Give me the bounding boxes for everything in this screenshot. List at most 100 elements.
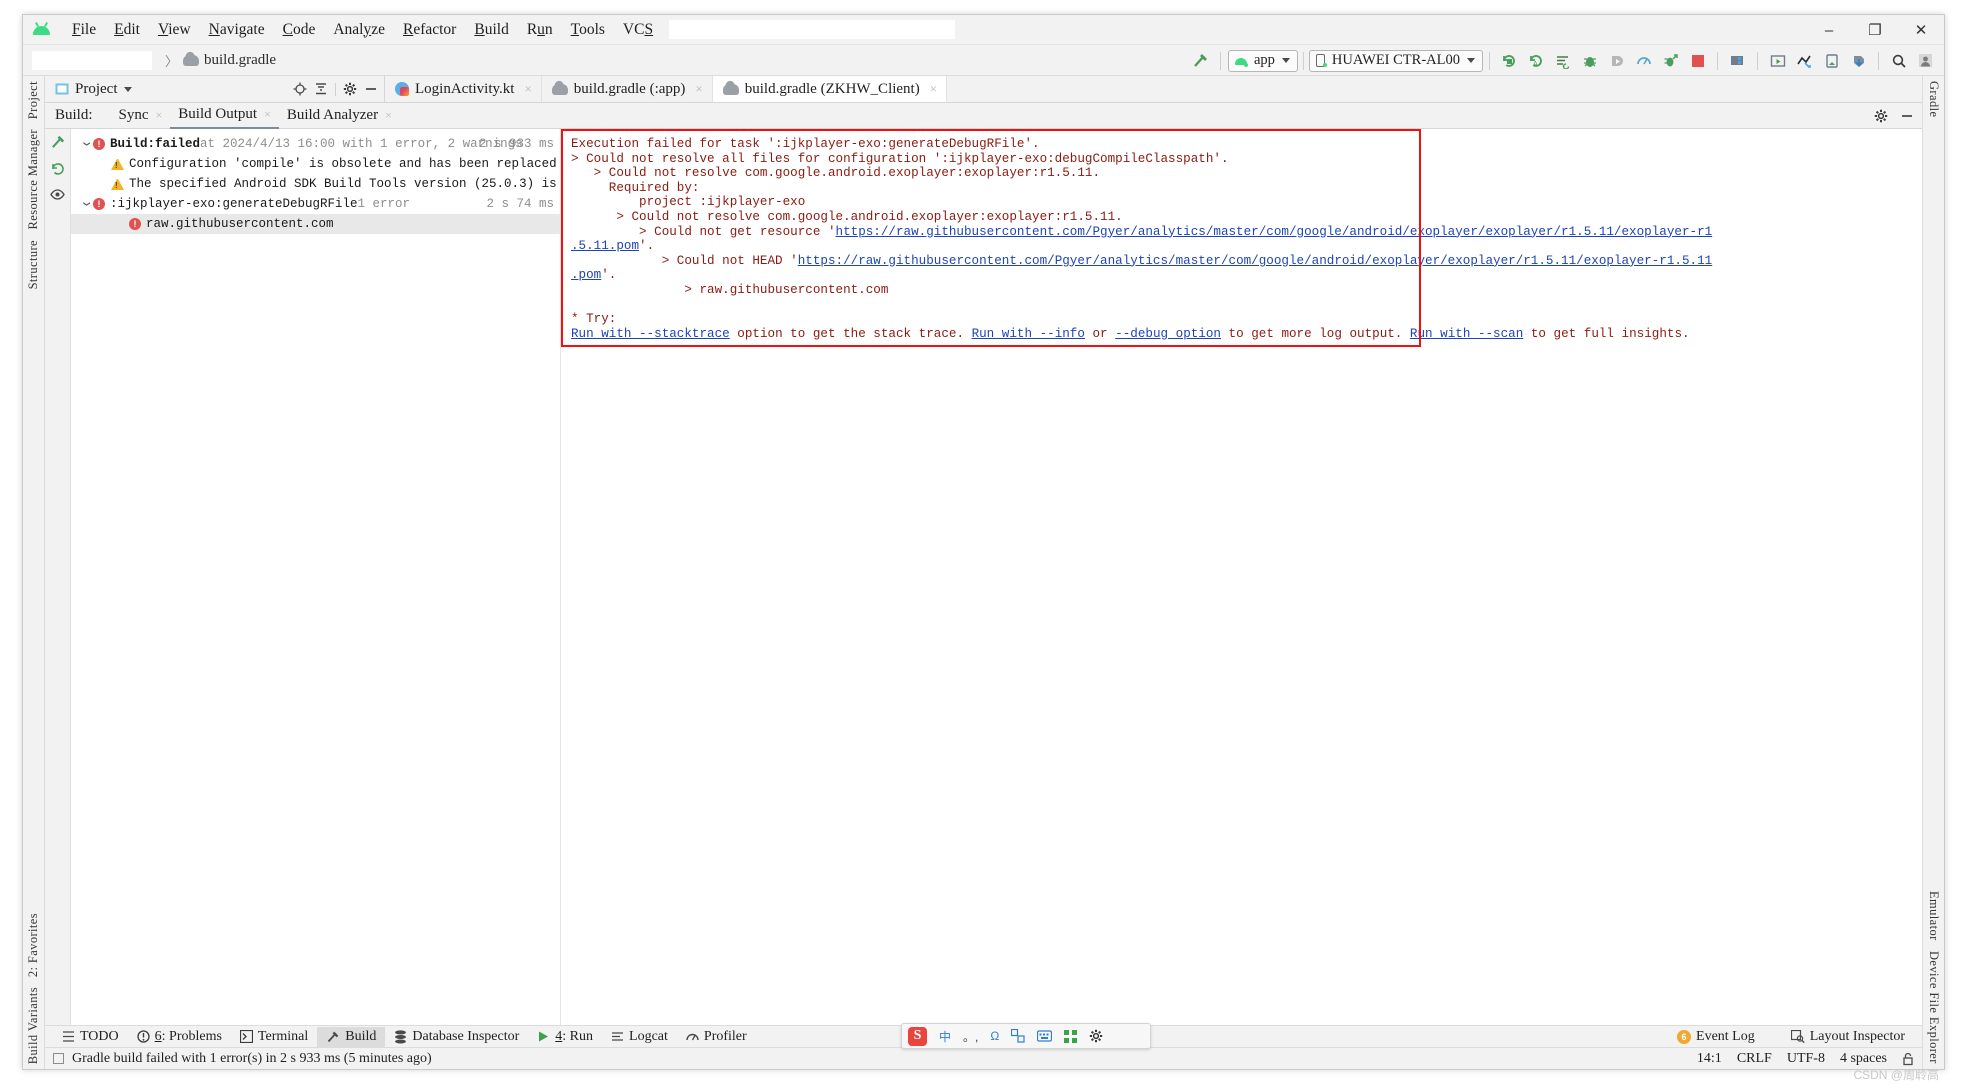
close-icon[interactable]: ×	[524, 81, 531, 97]
close-icon[interactable]: ×	[156, 108, 163, 123]
build-output-tree[interactable]: ❯! Build: failed at 2024/4/13 16:00 with …	[71, 129, 561, 1025]
hide-icon[interactable]	[364, 82, 378, 96]
search-everywhere-icon[interactable]	[1886, 48, 1911, 73]
console-link[interactable]: .5.11.pom	[571, 239, 639, 253]
tool-window-button-profiler[interactable]: Profiler	[677, 1027, 756, 1047]
rail-item-build-variants[interactable]: Build Variants	[26, 982, 41, 1069]
minimize-button[interactable]: –	[1806, 15, 1852, 45]
stop-icon[interactable]	[1685, 48, 1710, 73]
device-file-explorer-icon[interactable]	[1819, 48, 1844, 73]
account-icon[interactable]	[1913, 48, 1938, 73]
build-hammer-icon[interactable]	[1188, 48, 1213, 73]
menu-item-code[interactable]: Code	[274, 19, 325, 41]
line-separator[interactable]: CRLF	[1737, 1051, 1772, 1067]
close-button[interactable]: ✕	[1898, 15, 1944, 45]
project-panel-header[interactable]: Project	[45, 76, 385, 102]
run-configuration-selector[interactable]: app	[1227, 49, 1298, 72]
console-link[interactable]: https://raw.githubusercontent.com/Pgyer/…	[836, 225, 1713, 239]
console-link[interactable]: .pom	[571, 268, 601, 282]
build-console[interactable]: Execution failed for task ':ijkplayer-ex…	[561, 129, 1922, 1025]
chevron-down-icon[interactable]: ❯	[81, 197, 91, 211]
rail-item-resource-manager[interactable]: Resource Manager	[26, 124, 41, 234]
file-encoding[interactable]: UTF-8	[1787, 1051, 1825, 1067]
console-link[interactable]: Run with --scan	[1410, 327, 1523, 341]
profiler-icon[interactable]	[1631, 48, 1656, 73]
close-icon[interactable]: ×	[385, 108, 392, 123]
symbol-picker-button[interactable]: Ω	[990, 1029, 999, 1043]
settings-gear-icon[interactable]	[343, 82, 357, 96]
menu-item-build[interactable]: Build	[465, 19, 517, 41]
navigation-bar-field[interactable]	[31, 49, 153, 71]
tool-window-button-6-problems[interactable]: 6: Problems	[128, 1027, 231, 1047]
build-tab-build-output[interactable]: Build Output ×	[170, 103, 279, 129]
build-tab-build-analyzer[interactable]: Build Analyzer ×	[279, 103, 400, 129]
menu-item-tools[interactable]: Tools	[562, 19, 614, 41]
close-icon[interactable]: ×	[695, 81, 702, 97]
breadcrumb[interactable]: 〉 build.gradle	[165, 51, 276, 70]
chevron-down-icon[interactable]	[123, 86, 132, 92]
menu-item-vcs[interactable]: VCS	[614, 19, 662, 41]
hide-icon[interactable]	[1900, 109, 1914, 123]
apps-icon[interactable]	[1064, 1029, 1078, 1043]
layout-inspector-icon[interactable]	[1792, 48, 1817, 73]
sdk-manager-icon[interactable]	[1725, 48, 1750, 73]
run-anything-icon[interactable]	[1550, 48, 1575, 73]
locate-icon[interactable]	[293, 82, 307, 96]
lock-icon[interactable]	[1902, 1052, 1914, 1066]
debug-icon[interactable]	[1577, 48, 1602, 73]
menu-item-refactor[interactable]: Refactor	[394, 19, 465, 41]
editor-tab-2[interactable]: build.gradle (ZKHW_Client) ×	[712, 76, 948, 102]
tool-window-button-todo[interactable]: TODO	[53, 1027, 128, 1047]
menu-item-navigate[interactable]: Navigate	[200, 19, 274, 41]
console-link[interactable]: Run with --info	[972, 327, 1085, 341]
menu-item-run[interactable]: Run	[518, 19, 562, 41]
caret-position[interactable]: 14:1	[1697, 1051, 1722, 1067]
menu-search-field[interactable]	[668, 19, 956, 40]
rerun-icon[interactable]	[1496, 48, 1521, 73]
menu-item-file[interactable]: File	[63, 19, 105, 41]
settings-gear-icon[interactable]	[1089, 1029, 1103, 1043]
menu-item-analyze[interactable]: Analyze	[324, 19, 394, 41]
close-icon[interactable]: ×	[264, 107, 271, 122]
tool-window-button-event-log[interactable]: 6 Event Log	[1668, 1027, 1764, 1047]
rail-item-2-favorites[interactable]: 2: Favorites	[26, 908, 41, 982]
build-tree-row[interactable]: ❯! Build: failed at 2024/4/13 16:00 with …	[71, 134, 560, 154]
attach-debugger-icon[interactable]	[1604, 48, 1629, 73]
rerun-with-coverage-icon[interactable]: A	[1523, 48, 1548, 73]
rail-item-structure[interactable]: Structure	[26, 235, 41, 294]
tool-window-button-database-inspector[interactable]: Database Inspector	[385, 1027, 528, 1047]
device-selector[interactable]: HUAWEI CTR-AL00	[1308, 49, 1483, 72]
restart-icon[interactable]	[51, 162, 65, 176]
collapse-all-icon[interactable]	[314, 82, 328, 96]
build-tree-row[interactable]: The specified Android SDK Build Tools ve…	[71, 174, 560, 194]
build-tree-row[interactable]: ! raw.githubusercontent.com	[71, 214, 560, 234]
settings-gear-icon[interactable]	[1874, 109, 1888, 123]
rail-item-gradle[interactable]: Gradle	[1926, 76, 1941, 122]
editor-tab-0[interactable]: LoginActivity.kt ×	[385, 76, 542, 102]
editor-tab-1[interactable]: build.gradle (:app) ×	[542, 76, 713, 102]
chinese-mode-button[interactable]: 中	[939, 1028, 951, 1045]
sogou-logo-icon[interactable]: S	[908, 1026, 927, 1046]
build-hammer-icon[interactable]	[50, 134, 66, 150]
maximize-button[interactable]: ❐	[1852, 15, 1898, 45]
punctuation-toggle[interactable]: 。,	[963, 1028, 978, 1045]
menu-item-view[interactable]: View	[149, 19, 200, 41]
gradle-sync-icon[interactable]	[1846, 48, 1871, 73]
rail-item-device-file-explorer[interactable]: Device File Explorer	[1926, 946, 1941, 1069]
eye-icon[interactable]	[50, 188, 65, 201]
close-icon[interactable]: ×	[930, 81, 937, 97]
chevron-down-icon[interactable]: ❯	[81, 137, 91, 151]
rail-item-project[interactable]: Project	[26, 76, 41, 124]
build-tree-row[interactable]: Configuration 'compile' is obsolete and …	[71, 154, 560, 174]
keyboard-icon[interactable]	[1037, 1030, 1053, 1042]
tool-window-button-build[interactable]: Build	[317, 1026, 386, 1047]
tool-window-button-terminal[interactable]: Terminal	[231, 1027, 317, 1047]
build-tree-row[interactable]: ❯!:ijkplayer-exo:generateDebugRFile 1 er…	[71, 194, 560, 214]
screenshot-icon[interactable]	[1011, 1029, 1025, 1043]
tool-window-button-logcat[interactable]: Logcat	[602, 1027, 677, 1047]
menu-item-edit[interactable]: Edit	[105, 19, 149, 41]
build-tab-sync[interactable]: Sync ×	[111, 103, 171, 129]
console-link[interactable]: Run with --stacktrace	[571, 327, 730, 341]
rail-item-emulator[interactable]: Emulator	[1926, 886, 1941, 946]
tool-window-button-4-run[interactable]: 4: Run	[528, 1027, 602, 1047]
